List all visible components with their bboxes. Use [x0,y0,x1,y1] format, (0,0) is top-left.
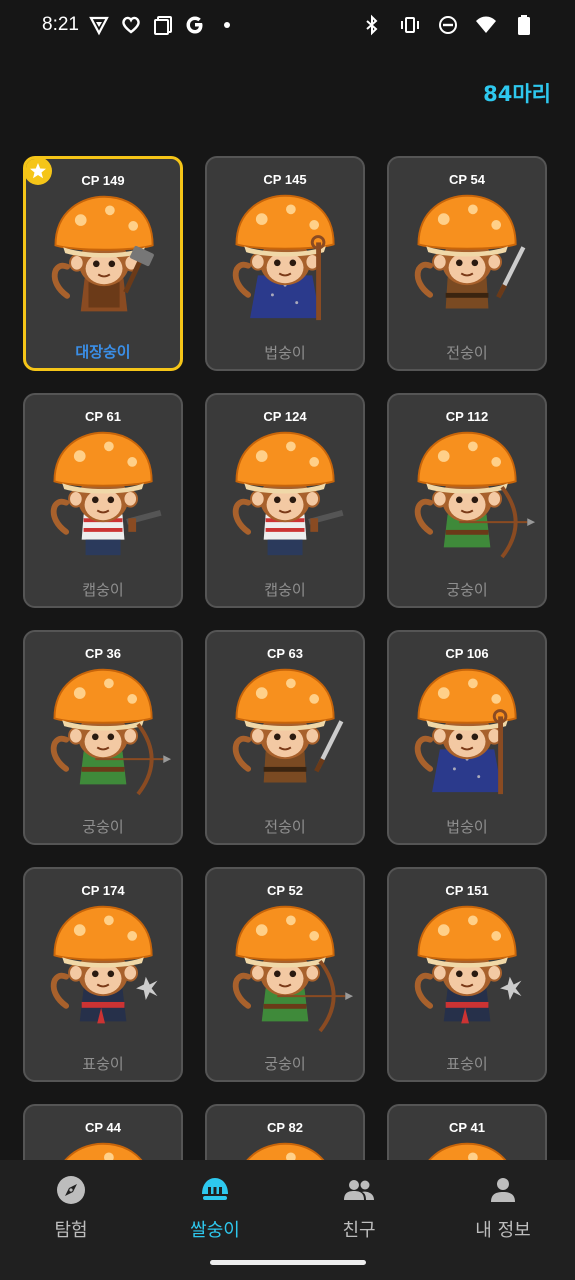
battery-icon [518,15,530,35]
nav-explore-label: 탐험 [54,1220,88,1241]
card-name: 법숭이 [264,344,306,362]
monkey-grid: CP 149 대장숭이 CP 145 법숭이 CP 54 전숭이 CP 61 캡… [23,156,553,1160]
nav-explore[interactable]: 탐험 [6,1170,136,1241]
status-right-icons [361,14,535,36]
mushroom-cap-icon [202,1178,228,1200]
wifi-icon [476,16,496,33]
google-g-icon [186,16,203,34]
card-cp: CP 82 [267,1120,303,1135]
monkey-card[interactable]: CP 82 [205,1104,365,1160]
monkey-blacksmith-image [51,195,154,312]
card-name: 궁숭이 [82,818,124,836]
monkey-mage-image [414,668,517,795]
card-cp: CP 112 [445,409,489,424]
card-name: 전숭이 [264,818,306,836]
monkey-archer-image [50,668,172,796]
copy-icon [154,16,172,35]
card-name: 대장숭이 [75,343,131,361]
card-name: 전숭이 [446,344,488,362]
monkey-count: 84마리 [483,82,551,106]
card-name: 캡숭이 [82,581,124,599]
monkey-card[interactable]: CP 149 대장숭이 [23,156,183,371]
card-name: 법숭이 [446,818,488,836]
monkey-unknown-image [428,1142,507,1160]
monkey-card[interactable]: CP 124 캡숭이 [205,393,365,608]
monkey-unknown-image [246,1142,325,1160]
monkey-card[interactable]: CP 174 표숭이 [23,867,183,1082]
monkey-card[interactable]: CP 112 궁숭이 [387,393,547,608]
monkey-card[interactable]: CP 54 전숭이 [387,156,547,371]
status-time: 8:21 [42,14,79,35]
nav-monkeys[interactable]: 쌀숭이 [150,1170,280,1241]
card-cp: CP 44 [85,1120,121,1135]
monkey-pirate-image [232,431,344,556]
monkey-card[interactable]: CP 41 [387,1104,547,1160]
nav-my-info[interactable]: 내 정보 [438,1170,568,1241]
monkey-card[interactable]: CP 44 [23,1104,183,1160]
monkey-warrior-image [414,194,526,309]
card-name: 캡숭이 [264,581,306,599]
vpn-shield-icon [89,16,109,36]
card-cp: CP 174 [81,883,125,898]
person-icon [491,1178,515,1202]
card-name: 궁숭이 [264,1055,306,1073]
dot-icon [224,22,230,28]
monkey-unknown-image [64,1142,143,1160]
monkey-card[interactable]: CP 106 법숭이 [387,630,547,845]
monkey-ninja-image [50,905,158,1024]
compass-icon [57,1176,85,1204]
monkey-archer-image [232,905,354,1033]
home-indicator [210,1260,366,1265]
card-name: 표숭이 [446,1055,488,1073]
card-name: 궁숭이 [446,581,488,599]
monkey-pirate-image [50,431,162,556]
monkey-card[interactable]: CP 36 궁숭이 [23,630,183,845]
monkey-card[interactable]: CP 151 표숭이 [387,867,547,1082]
bluetooth-icon [366,14,378,36]
card-name: 표숭이 [82,1055,124,1073]
card-cp: CP 124 [263,409,307,424]
card-cp: CP 151 [445,883,489,898]
status-left-icons [88,14,238,36]
monkey-mage-image [232,194,335,321]
card-cp: CP 41 [449,1120,485,1135]
nav-my-info-label: 내 정보 [475,1220,531,1241]
heart-app-icon [122,16,140,34]
card-cp: CP 54 [449,172,485,187]
monkey-card[interactable]: CP 52 궁숭이 [205,867,365,1082]
do-not-disturb-icon [439,16,457,34]
card-cp: CP 145 [263,172,307,187]
nav-friends[interactable]: 친구 [294,1170,424,1241]
monkey-ninja-image [414,905,522,1024]
monkey-card[interactable]: CP 61 캡숭이 [23,393,183,608]
status-bar: 8:21 [0,0,575,52]
monkey-warrior-image [232,668,344,783]
card-cp: CP 106 [445,646,489,661]
vibrate-icon [401,17,419,33]
card-cp: CP 36 [85,646,121,661]
nav-monkeys-label: 쌀숭이 [190,1220,240,1241]
monkey-archer-image [414,431,536,559]
card-cp: CP 61 [85,409,121,424]
card-cp: CP 52 [267,883,303,898]
card-cp: CP 63 [267,646,303,661]
monkey-card[interactable]: CP 145 법숭이 [205,156,365,371]
nav-friends-label: 친구 [342,1220,376,1241]
monkey-card[interactable]: CP 63 전숭이 [205,630,365,845]
card-cp: CP 149 [81,173,125,188]
people-icon [344,1180,374,1200]
